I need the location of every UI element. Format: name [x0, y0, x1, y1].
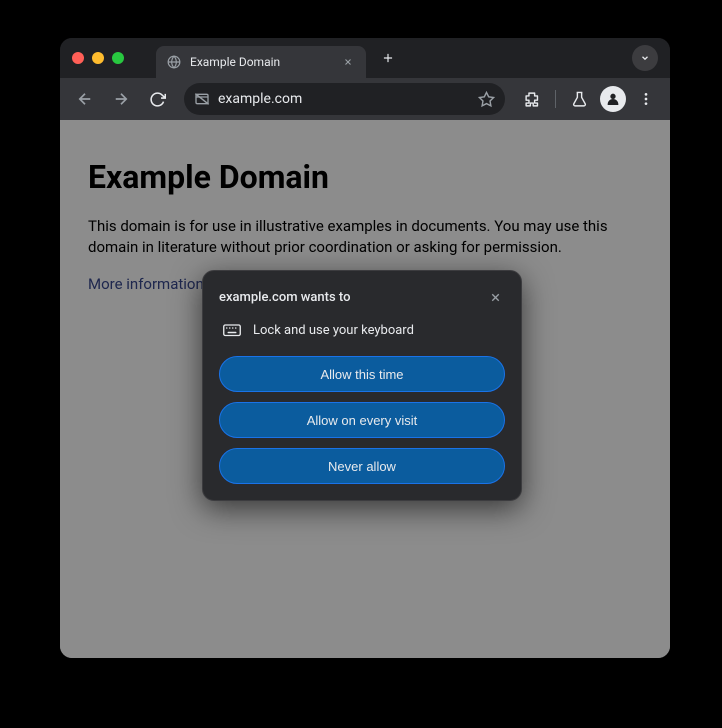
labs-button[interactable] [564, 84, 594, 114]
address-bar[interactable]: example.com [184, 83, 505, 115]
toolbar-divider [555, 90, 556, 108]
extensions-button[interactable] [517, 84, 547, 114]
globe-icon [166, 54, 182, 70]
permission-item: Lock and use your keyboard [219, 323, 505, 338]
browser-tab[interactable]: Example Domain [156, 46, 366, 78]
titlebar: Example Domain [60, 38, 670, 78]
bookmark-star-icon[interactable] [478, 91, 495, 108]
never-allow-button[interactable]: Never allow [219, 448, 505, 484]
forward-button[interactable] [106, 84, 136, 114]
dialog-close-button[interactable] [485, 287, 505, 307]
reload-button[interactable] [142, 84, 172, 114]
tab-title: Example Domain [190, 55, 332, 69]
window-close-button[interactable] [72, 52, 84, 64]
window-dropdown-button[interactable] [632, 45, 658, 71]
menu-button[interactable] [632, 85, 660, 113]
window-minimize-button[interactable] [92, 52, 104, 64]
site-info-icon[interactable] [194, 91, 210, 107]
traffic-lights [72, 52, 124, 64]
dialog-header: example.com wants to [219, 287, 505, 307]
window-maximize-button[interactable] [112, 52, 124, 64]
new-tab-button[interactable] [374, 44, 402, 72]
dialog-title: example.com wants to [219, 290, 350, 305]
allow-once-button[interactable]: Allow this time [219, 356, 505, 392]
keyboard-icon [223, 324, 241, 338]
allow-always-button[interactable]: Allow on every visit [219, 402, 505, 438]
toolbar: example.com [60, 78, 670, 120]
profile-button[interactable] [600, 86, 626, 112]
permission-text: Lock and use your keyboard [253, 323, 414, 338]
tab-close-button[interactable] [340, 54, 356, 70]
back-button[interactable] [70, 84, 100, 114]
url-text: example.com [218, 91, 470, 107]
permission-dialog: example.com wants to Lock and use your k… [202, 270, 522, 501]
dialog-buttons: Allow this time Allow on every visit Nev… [219, 356, 505, 484]
